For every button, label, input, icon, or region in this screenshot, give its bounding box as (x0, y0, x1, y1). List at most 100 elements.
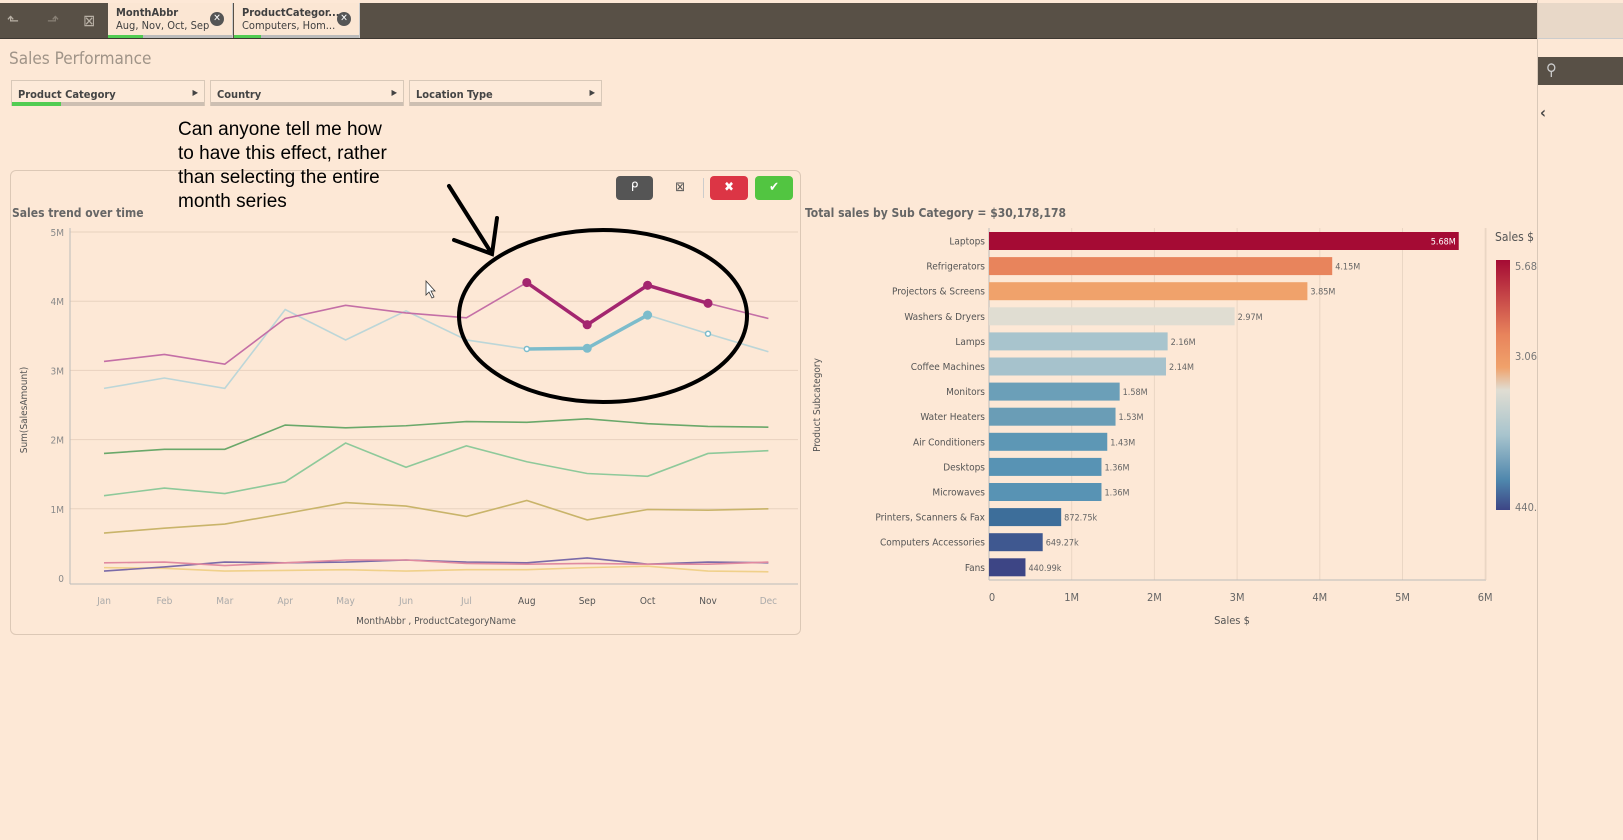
annotation-text: Can anyone tell me how to have this effe… (178, 118, 387, 214)
bar (989, 232, 1459, 250)
annotation-line: to have this effect, rather (178, 143, 387, 164)
x-tick-label: 6M (1478, 591, 1493, 604)
x-tick-label: Oct (640, 596, 656, 607)
line-chart[interactable]: 0 1M 2M 3M 4M 5M Jan Feb Mar Apr May Jun Jul Aug Sep Oc… (19, 228, 798, 627)
search-icon[interactable]: ⚲ (1538, 57, 1623, 85)
x-tick-label: Aug (518, 596, 536, 607)
chevron-left-icon[interactable]: ‹ (1540, 103, 1546, 122)
x-tick-label: 5M (1395, 591, 1410, 604)
annotation-drawing (447, 184, 749, 404)
series-line (103, 565, 769, 573)
series-line (103, 442, 769, 497)
data-label: 440.99k (1028, 564, 1061, 574)
data-label: 2.14M (1169, 363, 1194, 373)
y-tick-label: 2M (51, 436, 65, 447)
x-tick-label: Jan (96, 596, 111, 607)
legend-label: 5.68I (1515, 260, 1537, 273)
series-line (103, 499, 769, 534)
legend-color-bar (1496, 260, 1510, 510)
data-point (643, 280, 653, 290)
data-point (703, 298, 713, 308)
bar (989, 533, 1043, 552)
data-label: 5.68M (1431, 238, 1456, 248)
data-label: 1.58M (1123, 388, 1148, 398)
data-label: 1.36M (1104, 489, 1129, 499)
data-label: 649.27k (1046, 539, 1079, 549)
annotation-line: month series (178, 191, 287, 212)
x-axis-title: MonthAbbr , ProductCategoryName (356, 616, 516, 627)
y-tick-label: 0 (58, 574, 64, 585)
y-tick-label: 4M (51, 297, 65, 308)
data-label: 1.53M (1119, 413, 1144, 423)
bar-chart[interactable]: 0 1M 2M 3M 4M 5M 6M Laptops 5.68M Refrigerators 4.… (812, 228, 1493, 627)
x-tick-label: Feb (156, 596, 172, 607)
x-tick-label: May (336, 596, 355, 607)
data-point (582, 343, 592, 353)
category-label: Fans (965, 563, 985, 574)
series-line (103, 418, 769, 455)
mouse-cursor-icon (425, 279, 436, 299)
data-label: 1.43M (1110, 438, 1135, 448)
x-tick-label: Mar (216, 596, 233, 607)
legend-label: 440.! (1515, 501, 1537, 514)
data-point (643, 310, 653, 320)
series-line (103, 308, 769, 390)
annotation-line: than selecting the entire (178, 167, 380, 188)
x-tick-label: Jul (460, 596, 472, 607)
data-point (704, 330, 712, 337)
data-label: 1.36M (1104, 463, 1129, 473)
bar (989, 382, 1120, 401)
category-label: Projectors & Screens (892, 287, 985, 298)
data-label: 872.75k (1064, 514, 1097, 524)
bar (989, 457, 1102, 476)
x-tick-label: Dec (760, 596, 777, 607)
legend-label: 3.06I (1515, 350, 1537, 363)
annotation-arrow (447, 184, 499, 257)
bar (989, 332, 1168, 351)
color-legend: Sales $5.68IM3.06I35k440.!32k (1495, 230, 1537, 514)
bar (989, 508, 1062, 527)
category-label: Refrigerators (926, 262, 985, 273)
series-line (103, 281, 769, 366)
x-tick-label: 0 (989, 591, 995, 604)
data-point (582, 320, 592, 330)
bar (989, 558, 1026, 577)
category-label: Monitors (946, 387, 985, 398)
category-label: Microwaves (932, 488, 985, 499)
y-axis-title: Product Subcategory (812, 357, 823, 452)
bar (989, 357, 1166, 376)
x-tick-label: Nov (699, 596, 717, 607)
data-label: 3.85M (1310, 288, 1335, 298)
highlighted-series-segment (525, 281, 709, 327)
data-label: 4.15M (1335, 263, 1360, 273)
annotation-line: Can anyone tell me how (178, 119, 382, 140)
category-label: Desktops (943, 462, 985, 473)
category-label: Computers Accessories (880, 538, 985, 549)
y-tick-label: 1M (51, 505, 65, 516)
category-label: Water Heaters (920, 412, 985, 423)
category-label: Laptops (949, 237, 985, 248)
bar (989, 282, 1308, 301)
y-axis-title: Sum(SalesAmount) (19, 367, 30, 454)
bar (989, 307, 1235, 326)
bar (989, 432, 1108, 451)
x-tick-label: 4M (1312, 591, 1327, 604)
x-axis-title: Sales $ (1214, 614, 1250, 627)
y-tick-label: 5M (51, 228, 65, 239)
category-label: Coffee Machines (911, 362, 986, 373)
x-tick-label: 2M (1147, 591, 1162, 604)
bar (989, 257, 1333, 276)
data-label: 2.97M (1238, 313, 1263, 323)
data-point (522, 277, 532, 288)
x-tick-label: Jun (398, 596, 413, 607)
x-tick-label: Apr (277, 596, 293, 607)
category-label: Washers & Dryers (904, 312, 985, 323)
data-label: 2.16M (1171, 338, 1196, 348)
y-tick-label: 3M (51, 366, 65, 377)
data-point (523, 345, 531, 353)
category-label: Lamps (955, 337, 985, 348)
right-panel: ⚲ ‹ (1537, 0, 1623, 840)
x-tick-label: Sep (579, 596, 596, 607)
bar (989, 483, 1102, 501)
x-tick-label: 1M (1064, 591, 1079, 604)
